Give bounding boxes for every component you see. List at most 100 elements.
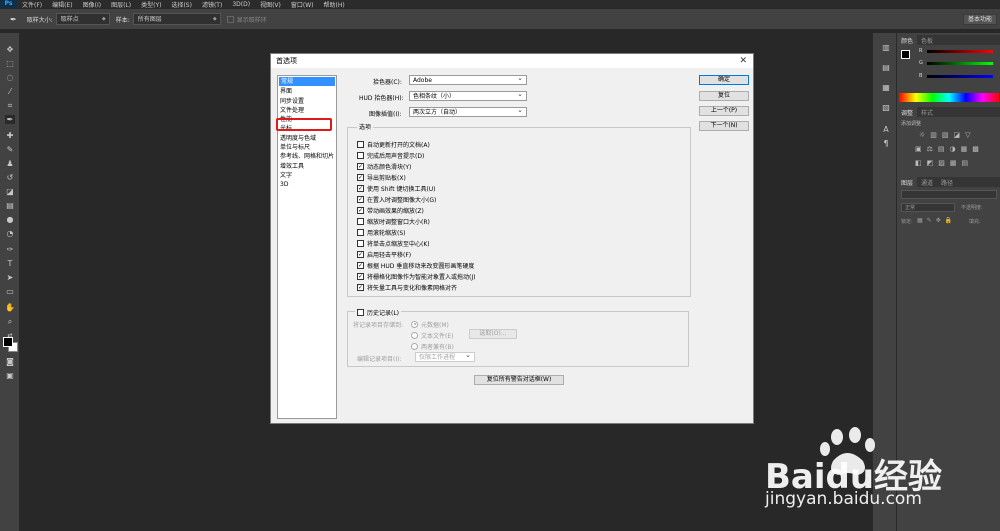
checkmark-icon[interactable]: ✓ bbox=[357, 173, 364, 181]
menu-layer[interactable]: 图层(L) bbox=[106, 0, 136, 9]
healing-tool-icon[interactable]: ✚ bbox=[5, 131, 15, 140]
radio-text-file[interactable]: 文本文件(E) bbox=[411, 330, 453, 340]
type-tool-icon[interactable]: T bbox=[5, 259, 15, 268]
screen-mode-icon[interactable]: ▣ bbox=[5, 371, 15, 380]
eraser-tool-icon[interactable]: ◪ bbox=[5, 187, 15, 196]
option-animated-zoom[interactable]: ✓ 带动画效果的缩放(Z) bbox=[357, 205, 424, 215]
panel-fg-swatch[interactable] bbox=[901, 50, 910, 59]
blend-mode-select[interactable]: 正常 bbox=[901, 203, 955, 212]
checkmark-icon[interactable]: ✓ bbox=[357, 184, 364, 192]
tab-paths[interactable]: 路径 bbox=[937, 177, 957, 187]
workspace-button[interactable]: 基本功能 bbox=[963, 14, 997, 25]
history-log-option[interactable]: 历史记录(L) bbox=[355, 307, 402, 317]
eyedropper-icon[interactable]: ✒ bbox=[10, 15, 17, 24]
tab-adjustments[interactable]: 调整 bbox=[897, 107, 918, 117]
crop-tool-icon[interactable]: ⌗ bbox=[5, 101, 15, 110]
category-type[interactable]: 文字 bbox=[278, 171, 336, 180]
color-ramp[interactable] bbox=[899, 93, 999, 102]
tab-color[interactable]: 颜色 bbox=[897, 35, 918, 45]
menu-edit[interactable]: 编辑(E) bbox=[47, 0, 77, 9]
marquee-tool-icon[interactable]: ⬚ bbox=[5, 59, 15, 68]
brush-tool-icon[interactable]: ✎ bbox=[5, 145, 15, 154]
radio-button[interactable] bbox=[411, 331, 418, 339]
option-wheel-zoom[interactable]: 用滚轮缩放(S) bbox=[357, 227, 406, 237]
radio-both[interactable]: 两者兼有(B) bbox=[411, 341, 454, 351]
checkbox[interactable] bbox=[357, 217, 364, 225]
tab-channels[interactable]: 通道 bbox=[917, 177, 937, 187]
red-slider[interactable] bbox=[927, 50, 993, 53]
menu-select[interactable]: 选择(S) bbox=[166, 0, 197, 9]
category-general[interactable]: 常规 bbox=[279, 77, 335, 87]
checkmark-icon[interactable]: ✓ bbox=[357, 250, 364, 258]
category-interface[interactable]: 界面 bbox=[278, 87, 336, 96]
properties-panel-icon[interactable]: ▤ bbox=[881, 63, 891, 72]
option-flick-pan[interactable]: ✓ 启用轻击平移(F) bbox=[357, 249, 411, 259]
quick-select-tool-icon[interactable]: ⁄ bbox=[5, 87, 15, 96]
checkmark-icon[interactable]: ✓ bbox=[357, 162, 364, 170]
option-export-clipboard[interactable]: ✓ 导出剪贴板(X) bbox=[357, 172, 406, 182]
choose-button[interactable]: 选取(O)... bbox=[469, 329, 517, 339]
category-transparency[interactable]: 透明度与色域 bbox=[278, 134, 336, 143]
category-guides[interactable]: 参考线、网格和切片 bbox=[278, 152, 336, 161]
tab-styles[interactable]: 样式 bbox=[917, 107, 937, 117]
hud-picker-select[interactable]: 色相条纹（小） bbox=[409, 90, 527, 101]
option-zoom-resize[interactable]: 缩放时调整窗口大小(R) bbox=[357, 216, 430, 226]
menu-3d[interactable]: 3D(D) bbox=[227, 1, 255, 8]
checkmark-icon[interactable]: ✓ bbox=[357, 283, 364, 291]
sample-select[interactable]: 所有图层 bbox=[132, 13, 221, 25]
quick-mask-icon[interactable]: ◙ bbox=[5, 357, 15, 366]
lock-icons[interactable]: ▦✎✥🔒 bbox=[917, 217, 956, 224]
option-snap-vector[interactable]: ✓ 将矢量工具与变化和像素网格对齐 bbox=[357, 282, 457, 292]
menu-type[interactable]: 类型(Y) bbox=[136, 0, 166, 9]
actions-panel-icon[interactable]: ▧ bbox=[881, 103, 891, 112]
checkmark-icon[interactable]: ✓ bbox=[357, 272, 364, 280]
green-slider[interactable] bbox=[927, 62, 993, 65]
checkmark-icon[interactable]: ✓ bbox=[357, 206, 364, 214]
eyedropper-tool-icon[interactable]: ✒ bbox=[5, 115, 15, 124]
checkmark-icon[interactable]: ✓ bbox=[357, 195, 364, 203]
menu-file[interactable]: 文件(F) bbox=[17, 0, 47, 9]
stamp-tool-icon[interactable]: ♟ bbox=[5, 159, 15, 168]
history-brush-icon[interactable]: ↺ bbox=[5, 173, 15, 182]
option-zoom-center[interactable]: 将单击点缩放至中心(K) bbox=[357, 238, 430, 248]
sample-size-select[interactable]: 取样点 bbox=[55, 13, 110, 25]
adjustment-icons-row1[interactable]: ☼▥▧◪▽ bbox=[919, 131, 989, 139]
prev-button[interactable]: 上一个(P) bbox=[699, 106, 749, 116]
checkbox[interactable] bbox=[357, 151, 364, 159]
menu-help[interactable]: 帮助(H) bbox=[319, 0, 350, 9]
history-panel-icon[interactable]: ▥ bbox=[881, 43, 891, 52]
info-panel-icon[interactable]: ▦ bbox=[881, 83, 891, 92]
adjustment-icons-row2[interactable]: ▣⚖▤◑▦▩ bbox=[915, 145, 995, 153]
checkbox[interactable] bbox=[357, 140, 364, 148]
lasso-tool-icon[interactable]: ◌ bbox=[5, 73, 15, 82]
show-ring-checkbox[interactable] bbox=[226, 15, 234, 23]
radio-button[interactable] bbox=[411, 342, 418, 350]
hand-tool-icon[interactable]: ✋ bbox=[5, 303, 15, 312]
ok-button[interactable]: 确定 bbox=[699, 75, 749, 85]
gradient-tool-icon[interactable]: ▤ bbox=[5, 201, 15, 210]
blur-tool-icon[interactable]: ● bbox=[5, 215, 15, 224]
blue-slider[interactable] bbox=[927, 75, 993, 78]
option-hud-hardness[interactable]: ✓ 根据 HUD 垂直移动来改变圆形画笔硬度 bbox=[357, 260, 474, 270]
option-smart-object[interactable]: ✓ 将栅格化图像作为智能对象置入或拖动(J) bbox=[357, 271, 475, 281]
layer-filter[interactable] bbox=[901, 190, 997, 199]
interpolation-select[interactable]: 两次立方（自动） bbox=[409, 106, 527, 117]
option-resize-on-place[interactable]: ✓ 在置入时调整图像大小(G) bbox=[357, 194, 436, 204]
menu-image[interactable]: 图像(I) bbox=[78, 0, 106, 9]
close-icon[interactable]: ✕ bbox=[739, 56, 747, 66]
menu-filter[interactable]: 滤镜(T) bbox=[197, 0, 227, 9]
foreground-color-swatch[interactable] bbox=[3, 337, 13, 347]
color-picker-select[interactable]: Adobe bbox=[409, 74, 527, 85]
menu-view[interactable]: 视图(V) bbox=[255, 0, 286, 9]
checkmark-icon[interactable]: ✓ bbox=[357, 261, 364, 269]
checkbox[interactable] bbox=[357, 239, 364, 247]
radio-metadata[interactable]: 元数据(M) bbox=[411, 319, 449, 329]
pen-tool-icon[interactable]: ✑ bbox=[5, 245, 15, 254]
category-plugins[interactable]: 增效工具 bbox=[278, 162, 336, 171]
adjustment-icons-row3[interactable]: ◧◩▨▦▤ bbox=[915, 159, 995, 167]
option-shift-switch[interactable]: ✓ 使用 Shift 键切换工具(U) bbox=[357, 183, 436, 193]
checkbox[interactable] bbox=[357, 308, 364, 316]
reset-button[interactable]: 复位 bbox=[699, 91, 749, 101]
move-tool-icon[interactable]: ✥ bbox=[5, 45, 15, 54]
zoom-tool-icon[interactable]: ⌕ bbox=[5, 317, 15, 326]
